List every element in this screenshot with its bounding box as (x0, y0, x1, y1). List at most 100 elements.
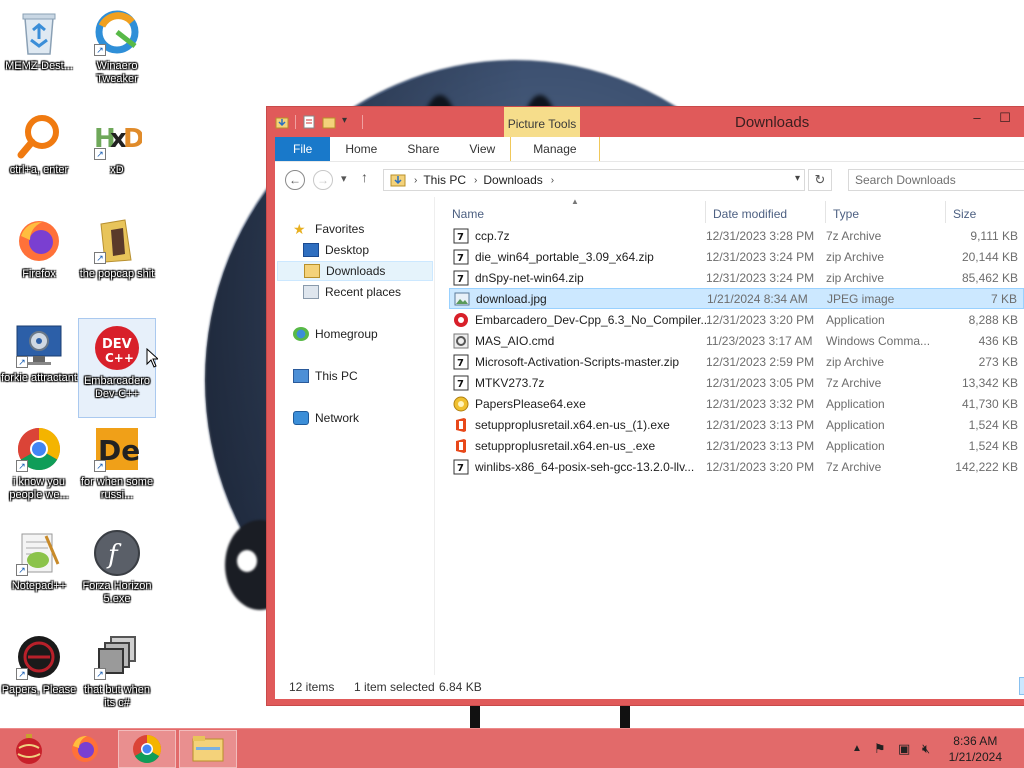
breadcrumb-separator-icon[interactable]: › (474, 175, 477, 186)
column-header-date-modified[interactable]: Date modified (713, 207, 787, 221)
file-type: Windows Comma... (826, 333, 931, 348)
desktop-icon-label: xD (110, 164, 124, 176)
tab-view[interactable]: View (454, 137, 510, 161)
delphi-icon: De ↗ (92, 424, 142, 474)
column-header-size[interactable]: Size (953, 207, 976, 221)
customize-qat-chevron-icon[interactable]: ▾ (342, 115, 356, 129)
maximize-button[interactable]: ☐ (993, 109, 1017, 129)
desktop-icon-chrome[interactable]: ↗ i know you people we... (0, 420, 78, 520)
nav-homegroup[interactable]: Homegroup (293, 324, 378, 344)
forward-button[interactable]: → (313, 170, 333, 190)
show-hidden-icons-chevron-icon[interactable]: ▲ (852, 743, 862, 754)
action-center-flag-icon[interactable]: ⚑ (874, 741, 886, 757)
desktop-icon-winaero[interactable]: ↗ Winaero Tweaker (78, 4, 156, 104)
system-clock[interactable]: 8:36 AM 1/21/2024 (949, 733, 1002, 765)
taskbar-firefox[interactable] (56, 730, 114, 768)
refresh-button[interactable]: ↻ (808, 169, 832, 191)
network-status-icon[interactable]: ▣ (898, 741, 910, 757)
nav-desktop[interactable]: Desktop (303, 240, 369, 260)
file-row[interactable]: 7 ccp.7z 12/31/2023 3:28 PM 7z Archive 9,111… (449, 225, 1024, 246)
desktop-icon-label: forkie attractant (1, 372, 77, 384)
file-size: 1,524 KB (968, 438, 1018, 453)
desktop-icon-firefox[interactable]: Firefox (0, 212, 78, 312)
svg-text:D: D (123, 124, 142, 154)
file-row[interactable]: 7 MTKV273.7z 12/31/2023 3:05 PM 7z Archive 1… (449, 372, 1024, 393)
taskbar-file-explorer[interactable] (179, 730, 237, 768)
properties-icon[interactable] (302, 115, 316, 129)
svg-text:7: 7 (457, 253, 464, 264)
file-size: 9,111 KB (970, 228, 1018, 243)
column-divider[interactable] (825, 201, 826, 223)
search-input[interactable]: Search Downloads (848, 169, 1024, 191)
breadcrumb-this-pc[interactable]: This PC (423, 173, 466, 187)
nav-downloads[interactable]: Downloads (277, 261, 433, 281)
address-field[interactable]: › This PC › Downloads › ▾ (383, 169, 805, 191)
breadcrumb-downloads[interactable]: Downloads (483, 173, 542, 187)
file-size: 85,462 KB (961, 270, 1018, 285)
tab-home[interactable]: Home (330, 137, 392, 161)
file-type: Application (826, 417, 885, 432)
file-type: Application (826, 438, 885, 453)
status-item-count: 12 items (289, 680, 335, 694)
volume-muted-icon[interactable]: 🔇︎ (922, 741, 930, 757)
mouse-cursor-icon (146, 348, 158, 368)
desktop-icon-thatbut[interactable]: ↗ that but when its c# (78, 628, 156, 728)
file-row[interactable]: PapersPlease64.exe 12/31/2023 3:32 PM Appl… (449, 393, 1024, 414)
desktop-icon-forza[interactable]: f Forza Horizon 5.exe (78, 524, 156, 624)
desktop-icon-forwhen[interactable]: De ↗ for when some russi... (78, 420, 156, 520)
desktop-icon-label: Notepad++ (11, 580, 67, 592)
desktop-icon-popcap[interactable]: ↗ the popcap shit (78, 212, 156, 312)
archive-icon: 7 (453, 270, 469, 286)
desktop-icon-papers[interactable]: ↗ Papers, Please (0, 628, 78, 728)
shortcut-arrow-icon: ↗ (16, 668, 28, 680)
desktop-icon-memz[interactable]: MEMZ-Dest... (0, 4, 78, 104)
desktop-icon-ctrla[interactable]: ctrl+a, enter (0, 108, 78, 208)
file-row[interactable]: download.jpg 1/21/2024 8:34 AM JPEG image 7… (449, 288, 1024, 309)
nav-this-pc[interactable]: This PC (293, 366, 358, 386)
file-row[interactable]: setupproplusretail.x64.en-us_.exe 12/31/2… (449, 435, 1024, 456)
column-header-name[interactable]: Name (452, 207, 484, 221)
file-row[interactable]: 7 die_win64_portable_3.09_x64.zip 12/31/20… (449, 246, 1024, 267)
taskbar-chrome[interactable] (118, 730, 176, 768)
start-button[interactable] (0, 730, 58, 768)
column-divider[interactable] (945, 201, 946, 223)
up-arrow-icon[interactable]: ↑ (361, 169, 368, 185)
file-row[interactable]: Embarcadero_Dev-Cpp_6.3_No_Compiler... 12… (449, 309, 1024, 330)
file-row[interactable]: MAS_AIO.cmd 11/23/2023 3:17 AM Windows Com… (449, 330, 1024, 351)
computer-settings-icon: ↗ (14, 320, 64, 370)
address-dropdown-chevron-icon[interactable]: ▾ (795, 173, 800, 184)
desktop-icon-forkie[interactable]: ↗ forkie attractant (0, 316, 78, 416)
details-view-button[interactable] (1019, 677, 1024, 695)
nav-favorites[interactable]: ★ Favorites (293, 219, 364, 239)
file-name: dnSpy-net-win64.zip (475, 270, 584, 285)
folder-download-icon[interactable] (275, 115, 289, 129)
column-divider[interactable] (705, 201, 706, 223)
new-folder-icon[interactable] (322, 115, 336, 129)
archive-icon: 7 (453, 354, 469, 370)
desktop-icon-embarcadero[interactable]: DEV C++ Embarcadero Dev-C++ (78, 318, 156, 418)
breadcrumb-separator-icon[interactable]: › (414, 175, 417, 186)
nav-recent-places[interactable]: Recent places (303, 282, 401, 302)
file-name: die_win64_portable_3.09_x64.zip (475, 249, 654, 264)
file-type: Application (826, 312, 885, 327)
file-row[interactable]: setupproplusretail.x64.en-us_(1).exe 12/3… (449, 414, 1024, 435)
nav-network[interactable]: Network (293, 408, 359, 428)
recent-locations-chevron-icon[interactable]: ▾ (341, 172, 347, 185)
minimize-button[interactable]: – (965, 109, 989, 129)
status-bar: 12 items 1 item selected 6.84 KB (275, 675, 1024, 699)
breadcrumb-separator-icon[interactable]: › (551, 175, 554, 186)
desktop-icon-notepadpp[interactable]: ↗ Notepad++ (0, 524, 78, 624)
column-header-type[interactable]: Type (833, 207, 859, 221)
file-row[interactable]: 7 dnSpy-net-win64.zip 12/31/2023 3:24 PM zi… (449, 267, 1024, 288)
explorer-window[interactable]: ▾ Picture Tools Downloads – ☐ File Home … (266, 106, 1024, 706)
desktop-icon-xd[interactable]: H x D ↗ xD (78, 108, 156, 208)
file-row[interactable]: 7 winlibs-x86_64-posix-seh-gcc-13.2.0-llv… (449, 456, 1024, 477)
title-bar[interactable]: ▾ Picture Tools Downloads – ☐ (267, 107, 1024, 137)
back-button[interactable]: ← (285, 170, 305, 190)
tab-file[interactable]: File (275, 137, 331, 161)
tab-manage[interactable]: Manage (510, 137, 600, 161)
file-row[interactable]: 7 Microsoft-Activation-Scripts-master.zip… (449, 351, 1024, 372)
tab-share[interactable]: Share (392, 137, 454, 161)
file-date-modified: 11/23/2023 3:17 AM (706, 333, 813, 348)
file-date-modified: 12/31/2023 3:20 PM (706, 312, 815, 327)
